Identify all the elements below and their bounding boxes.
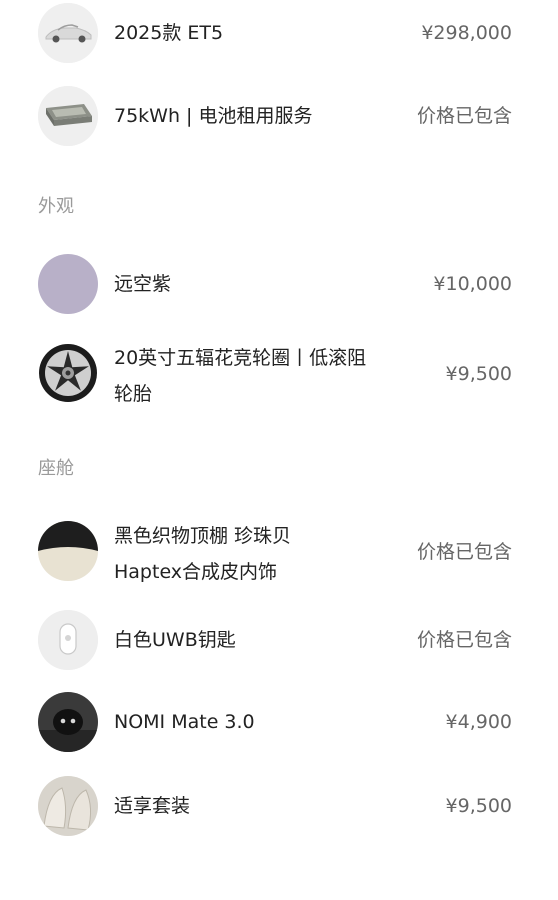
list-item-paint-color[interactable]: 远空紫 ¥10,000 <box>0 254 558 316</box>
uwb-key-icon <box>38 610 98 670</box>
car-icon <box>38 3 98 63</box>
list-item-seat-package[interactable]: 适享套装 ¥9,500 <box>0 776 558 838</box>
item-price: 价格已包含 <box>416 541 512 563</box>
item-name-line-2: Haptex合成皮内饰 <box>114 561 278 583</box>
item-price: 价格已包含 <box>416 105 512 127</box>
item-name: 2025款 ET5 <box>114 22 224 44</box>
item-price: ¥9,500 <box>445 363 512 385</box>
item-price: ¥4,900 <box>445 711 512 733</box>
interior-swatch-icon <box>38 521 98 581</box>
item-price: ¥298,000 <box>421 22 512 44</box>
item-price: ¥10,000 <box>433 273 512 295</box>
item-name-line-1: 黑色织物顶棚 珍珠贝 <box>114 525 292 547</box>
item-name: 远空紫 <box>114 273 172 295</box>
list-item-interior[interactable]: 黑色织物顶棚 珍珠贝 Haptex合成皮内饰 价格已包含 <box>0 518 558 590</box>
item-name-line-2: 轮胎 <box>114 383 153 405</box>
item-name: 75kWh | 电池租用服务 <box>114 105 313 127</box>
item-name: NOMI Mate 3.0 <box>114 711 255 733</box>
item-name-line-1: 20英寸五辐花竞轮圈丨低滚阻 <box>114 347 367 369</box>
list-item-nomi-mate[interactable]: NOMI Mate 3.0 ¥4,900 <box>0 692 558 754</box>
list-item-uwb-key[interactable]: 白色UWB钥匙 价格已包含 <box>0 610 558 672</box>
item-price: 价格已包含 <box>416 629 512 651</box>
item-name: 白色UWB钥匙 <box>114 629 236 651</box>
section-title-exterior: 外观 <box>38 196 74 217</box>
list-item-wheels[interactable]: 20英寸五辐花竞轮圈丨低滚阻 轮胎 ¥9,500 <box>0 340 558 412</box>
battery-icon <box>38 86 98 146</box>
item-name: 适享套装 <box>114 795 191 817</box>
wheel-icon <box>38 343 98 403</box>
purple-color-swatch-icon <box>38 254 98 314</box>
list-item-battery[interactable]: 75kWh | 电池租用服务 价格已包含 <box>0 86 558 152</box>
item-price: ¥9,500 <box>445 795 512 817</box>
section-title-cabin: 座舱 <box>38 458 74 479</box>
list-item-car[interactable]: 2025款 ET5 ¥298,000 <box>0 0 558 66</box>
nomi-robot-icon <box>38 692 98 752</box>
seat-package-icon <box>38 776 98 836</box>
